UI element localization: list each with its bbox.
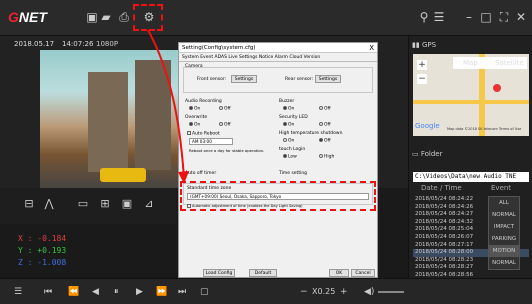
- buzzer-label: Buzzer: [279, 99, 295, 104]
- security-led-label: Security LED: [279, 115, 308, 120]
- layout-single-icon[interactable]: ⊟: [20, 196, 38, 212]
- col-date[interactable]: Date / Time: [421, 184, 462, 192]
- tab-satellite[interactable]: Satellite: [495, 59, 524, 67]
- event-filter-option[interactable]: PARKING: [489, 233, 519, 245]
- map-tabs: Map Satellite: [453, 57, 527, 69]
- folder-path-input[interactable]: C:\Videos\Data\new Audio TNE: [413, 172, 529, 182]
- osd-resolution: 1080P: [96, 40, 119, 48]
- first-icon[interactable]: ⏮: [44, 286, 52, 298]
- map-brand: Google: [415, 122, 440, 130]
- minimize-icon[interactable]: –: [461, 9, 477, 25]
- chart-icon[interactable]: ⊿: [140, 196, 158, 212]
- time-zone-highlight: [180, 181, 376, 211]
- touch-login-label: touch Login: [279, 147, 306, 152]
- dialog-close-button[interactable]: X: [369, 43, 374, 53]
- time-setting-label: Time setting: [279, 171, 308, 176]
- event-filter-option[interactable]: IMPACT: [489, 221, 519, 233]
- last-icon[interactable]: ⏭: [178, 286, 186, 298]
- reboot-note: Reboot once a day for stable operation.: [189, 148, 265, 153]
- layout-split-icon[interactable]: ⋀: [40, 196, 58, 212]
- col-event[interactable]: Event: [491, 184, 511, 192]
- ok-button[interactable]: OK: [329, 269, 349, 277]
- high-temp-off-radio[interactable]: Off: [319, 138, 331, 144]
- pause-icon[interactable]: ⏸: [114, 286, 119, 298]
- zoom-in-icon[interactable]: +: [340, 286, 348, 298]
- event-filter-option[interactable]: NORMAL: [489, 257, 519, 269]
- gps-section-label: ▮▮ GPS: [412, 41, 437, 49]
- folder-section-label: ▭ Folder: [412, 150, 443, 158]
- playback-bar: ☰ ⏮ ⏪ ◀ ⏸ ▶ ⏩ ⏭ ▢ − X0.25 + ◀): [0, 278, 532, 304]
- event-filter-option[interactable]: NORMAL: [489, 209, 519, 221]
- load-config-button[interactable]: Load Config: [203, 269, 235, 277]
- next-icon[interactable]: ⏩: [156, 286, 167, 298]
- print-icon[interactable]: ⎙: [116, 9, 132, 25]
- prev-icon[interactable]: ⏪: [68, 286, 79, 298]
- gsensor-panel: X : -0.184 Y : +0.193 Z : -1.008: [0, 224, 176, 278]
- high-temp-label: High temperature shutdown: [279, 131, 343, 136]
- file-list-header: Date / Time Event: [413, 184, 529, 194]
- tab-map[interactable]: Map: [463, 59, 478, 67]
- volume-slider[interactable]: [378, 291, 404, 293]
- location-pin-icon[interactable]: ⚲: [416, 9, 432, 25]
- speed-label: X0.25: [312, 287, 336, 296]
- view-rear-icon[interactable]: ⊞: [96, 196, 114, 212]
- event-filter-option[interactable]: MOTION: [489, 245, 519, 257]
- front-sensor-label: Front sensor:: [197, 77, 227, 82]
- dialog-title: Setting(Config\system.cfg): [179, 43, 377, 53]
- high-temp-on-radio[interactable]: On: [283, 138, 294, 144]
- touch-high-radio[interactable]: High: [319, 154, 334, 160]
- audio-off-radio[interactable]: Off: [219, 106, 231, 112]
- dialog-tabs[interactable]: System Event ADAS Live Settings Notice A…: [179, 53, 377, 62]
- folder-icon[interactable]: ▰: [98, 9, 114, 25]
- forward-icon[interactable]: ▶: [136, 286, 143, 298]
- restore-icon[interactable]: □: [478, 9, 494, 25]
- rewind-icon[interactable]: ◀: [92, 286, 99, 298]
- rear-sensor-label: Rear sensor:: [285, 77, 314, 82]
- location-marker-icon: [493, 84, 501, 92]
- security-led-on-radio[interactable]: On: [283, 122, 294, 128]
- pointer-arrow-icon: [147, 30, 189, 184]
- map-zoom-out-icon[interactable]: −: [417, 74, 427, 84]
- gsensor-x: X : -0.184: [18, 234, 67, 243]
- maximize-icon[interactable]: ⛶: [496, 9, 512, 25]
- top-toolbar: GNET ▣ ▰ ⎙ ⚙ ⚲ ☰ – □ ⛶ ✕: [0, 0, 532, 36]
- volume-icon[interactable]: ◀): [364, 286, 374, 298]
- touch-low-radio[interactable]: Low: [283, 154, 297, 160]
- view-front-icon[interactable]: ▭: [74, 196, 92, 212]
- map-footer: Map data ©2018 SK telecom Terms of Use: [447, 127, 522, 131]
- config-dialog: Setting(Config\system.cfg) X System Even…: [178, 42, 378, 278]
- view-both-icon[interactable]: ▣: [118, 196, 136, 212]
- event-filter-option[interactable]: ALL: [489, 197, 519, 209]
- front-settings-button[interactable]: Settings: [231, 75, 257, 83]
- close-icon[interactable]: ✕: [513, 9, 529, 25]
- list-icon[interactable]: ☰: [431, 9, 447, 25]
- map-zoom-in-icon[interactable]: +: [417, 60, 427, 70]
- gnet-logo: GNET: [8, 9, 47, 25]
- gear-highlight: [133, 4, 163, 31]
- view-controls: ⊟ ⋀ ▭ ⊞ ▣ ⊿: [0, 188, 176, 224]
- osd-date: 2018.05.17: [14, 40, 55, 48]
- security-led-off-radio[interactable]: Off: [319, 122, 331, 128]
- gsensor-y: Y : +0.193: [18, 246, 67, 255]
- snapshot-icon[interactable]: ▢: [200, 286, 209, 298]
- menu-icon[interactable]: ☰: [14, 286, 22, 298]
- rear-settings-button[interactable]: Settings: [315, 75, 341, 83]
- event-filter-dropdown[interactable]: ALL NORMAL IMPACT PARKING MOTION NORMAL: [488, 196, 520, 270]
- default-button[interactable]: Default: [249, 269, 277, 277]
- gps-map[interactable]: Map Satellite + − Google Map data ©2018 …: [413, 54, 529, 136]
- osd-time: 14:07:26: [62, 40, 94, 48]
- cancel-button[interactable]: Cancel: [351, 269, 375, 277]
- buzzer-off-radio[interactable]: Off: [319, 106, 331, 112]
- buzzer-on-radio[interactable]: On: [283, 106, 294, 112]
- zoom-out-icon[interactable]: −: [300, 286, 308, 298]
- overwrite-off-radio[interactable]: Off: [219, 122, 231, 128]
- gsensor-z: Z : -1.008: [18, 258, 67, 267]
